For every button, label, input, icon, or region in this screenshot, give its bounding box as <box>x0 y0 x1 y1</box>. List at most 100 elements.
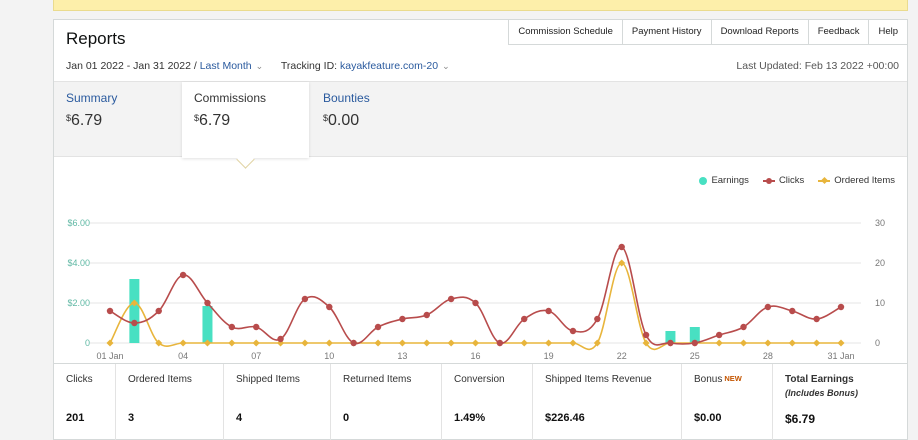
ordered-items-point <box>545 339 553 347</box>
clicks-point <box>569 327 577 335</box>
clicks-line <box>109 246 842 346</box>
clicks-point <box>691 339 698 347</box>
earnings-bar <box>129 279 140 343</box>
stat-returned-items: Returned Items 0 <box>331 364 442 440</box>
stat-ordered-items: Ordered Items 3 <box>116 364 224 440</box>
ordered-items-point <box>252 339 260 347</box>
right-axis-tick-label: 30 <box>875 218 885 228</box>
clicks-point <box>521 315 528 323</box>
filter-row: Jan 01 2022 - Jan 31 2022 / Last Month ⌄ … <box>66 60 450 72</box>
notice-banner <box>53 0 908 11</box>
clicks-point <box>155 307 162 315</box>
summary-tab-label: Summary <box>66 91 118 105</box>
ordered-items-swatch <box>818 177 831 185</box>
clicks-point <box>106 307 114 315</box>
clicks-point <box>642 331 650 339</box>
x-tick-label: 04 <box>178 351 188 361</box>
ordered-items-point <box>374 339 382 347</box>
ordered-items-point <box>813 339 821 347</box>
clicks-point <box>837 303 845 311</box>
chart-legend: Earnings Clicks Ordered Items <box>699 175 895 186</box>
clicks-point <box>496 339 504 347</box>
tracking-id-dropdown[interactable]: kayakfeature.com-20 ⌄ <box>340 60 450 72</box>
ordered-items-point <box>739 339 748 347</box>
ordered-items-point <box>764 339 772 347</box>
ordered-items-point <box>398 339 406 347</box>
summary-tab-amount: $6.79 <box>194 112 231 129</box>
clicks-point <box>399 315 406 323</box>
report-tabs: Commission Schedule Payment History Down… <box>508 20 907 45</box>
ordered-items-point <box>471 339 480 347</box>
x-tick-label: 25 <box>690 351 700 361</box>
stat-shipped-items: Shipped Items 4 <box>224 364 331 440</box>
x-tick-label: 01 Jan <box>96 351 123 361</box>
tab-payment-history[interactable]: Payment History <box>621 20 711 45</box>
page-title: Reports <box>66 29 126 48</box>
stat-total-earnings: Total Earnings (Includes Bonus) $6.79 <box>785 374 859 426</box>
ordered-items-line <box>109 262 841 351</box>
ordered-items-point <box>106 339 114 347</box>
active-tab-caret <box>236 150 255 169</box>
summary-tab-summary[interactable]: Summary $6.79 <box>54 82 181 156</box>
clicks-point <box>350 339 357 347</box>
clicks-point <box>789 307 796 315</box>
ordered-items-point <box>423 339 431 347</box>
legend-clicks[interactable]: Clicks <box>762 175 804 186</box>
summary-tab-commissions[interactable]: Commissions $6.79 <box>182 82 309 169</box>
right-axis-tick-label: 20 <box>875 258 885 268</box>
stat-clicks: Clicks 201 <box>54 364 116 440</box>
tab-download-reports[interactable]: Download Reports <box>710 20 808 45</box>
ordered-items-point <box>837 339 845 347</box>
ordered-items-point <box>520 339 528 347</box>
date-range-preset: Last Month <box>199 60 252 72</box>
clicks-point <box>326 303 333 311</box>
x-tick-label: 13 <box>397 351 407 361</box>
clicks-point <box>179 271 187 279</box>
legend-earnings[interactable]: Earnings <box>699 175 749 186</box>
left-axis-tick-label: $4.00 <box>67 258 90 268</box>
stat-bonus: Bonus NEW $0.00 <box>682 364 773 440</box>
last-updated: Last Updated: Feb 13 2022 +00:00 <box>736 60 899 72</box>
tab-feedback[interactable]: Feedback <box>807 20 869 45</box>
summary-tab-amount: $0.00 <box>323 112 360 129</box>
clicks-point <box>131 319 138 327</box>
date-range: Jan 01 2022 - Jan 31 2022 / <box>66 60 197 72</box>
left-axis-tick-label: $6.00 <box>67 218 90 228</box>
x-tick-label: 10 <box>324 351 334 361</box>
earnings-swatch <box>699 176 708 185</box>
clicks-swatch <box>762 177 775 185</box>
ordered-items-point <box>569 339 577 347</box>
clicks-point <box>374 323 382 331</box>
legend-ordered-items[interactable]: Ordered Items <box>818 175 895 186</box>
reports-panel: Reports Commission Schedule Payment Hist… <box>53 19 908 440</box>
x-tick-label: 16 <box>470 351 480 361</box>
ordered-items-point <box>228 339 236 347</box>
ordered-items-point <box>715 339 723 347</box>
clicks-point <box>277 335 284 343</box>
left-axis-tick-label: 0 <box>85 338 90 348</box>
x-tick-label: 28 <box>763 351 773 361</box>
right-axis-tick-label: 0 <box>875 338 880 348</box>
x-tick-label: 07 <box>251 351 261 361</box>
summary-tab-amount: $6.79 <box>66 112 103 129</box>
clicks-point <box>813 315 820 323</box>
clicks-point <box>594 315 601 323</box>
right-axis-tick-label: 10 <box>875 298 885 308</box>
x-tick-label: 22 <box>617 351 627 361</box>
ordered-items-point <box>447 339 455 347</box>
tab-help[interactable]: Help <box>868 20 907 45</box>
x-tick-label: 31 Jan <box>827 351 854 361</box>
clicks-point <box>228 323 236 331</box>
clicks-point <box>740 323 747 331</box>
date-range-dropdown[interactable]: Last Month ⌄ <box>200 60 264 72</box>
summary-tab-bounties[interactable]: Bounties $0.00 <box>311 82 438 156</box>
clicks-point <box>301 295 309 303</box>
ordered-items-point <box>179 339 187 347</box>
tab-commission-schedule[interactable]: Commission Schedule <box>508 20 622 45</box>
earnings-bar <box>202 306 213 343</box>
clicks-point <box>715 331 723 339</box>
clicks-point <box>447 295 455 303</box>
clicks-point <box>204 299 211 307</box>
tracking-label: Tracking ID: <box>280 60 338 72</box>
clicks-point <box>764 303 772 311</box>
